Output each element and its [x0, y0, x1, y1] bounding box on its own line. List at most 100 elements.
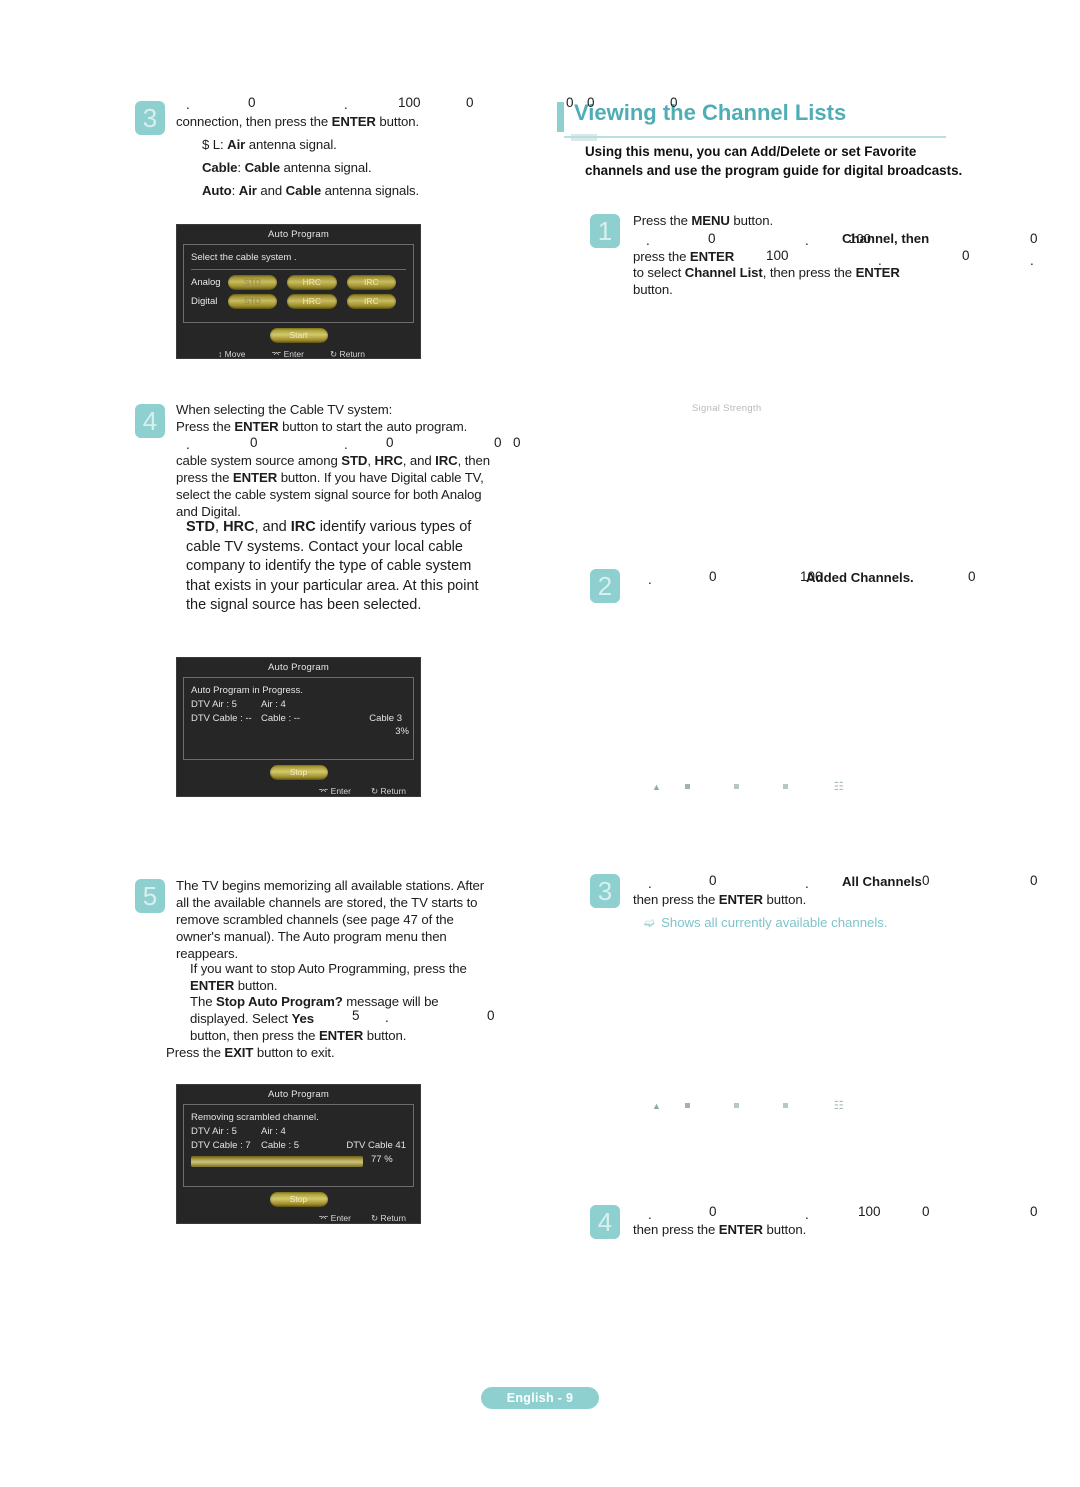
section-heading: Viewing the Channel Lists: [557, 100, 957, 142]
osd1-start-button[interactable]: Start: [269, 328, 328, 343]
osd3-progress-row: 77 %: [191, 1153, 406, 1167]
step3-line1-tail: button.: [375, 114, 420, 129]
osd2-title: Auto Program: [267, 662, 329, 673]
enter-key-icon: ⌤: [271, 349, 282, 359]
osd1-title: Auto Program: [267, 229, 329, 240]
stray-zero-r2b: 0: [709, 569, 717, 584]
stray-dot-r2a: .: [648, 572, 652, 587]
square-icon-3: [782, 784, 788, 789]
osd3-status: Removing scrambled channel.: [191, 1112, 319, 1123]
stray-hundred-r1e: 100: [766, 248, 789, 263]
osd1-analog-hrc[interactable]: HRC: [287, 275, 337, 290]
osd1-prompt: Select the cable system .: [191, 252, 297, 263]
square-icon-1: [684, 1103, 690, 1108]
osd1-foot-return: ↻ Return: [330, 349, 365, 360]
stray-hundred-r4d: 100: [858, 1204, 881, 1219]
osd2-body: Auto Program in Progress. DTV Air : 5 Ai…: [183, 677, 414, 760]
osd-auto-program-removing: Auto Program Removing scrambled channel.…: [176, 1084, 421, 1224]
stray-hundred-overlap: 100: [849, 231, 872, 246]
osd1-analog-irc[interactable]: IRC: [346, 275, 396, 290]
osd2-stop-button[interactable]: Stop: [269, 765, 328, 780]
ghost-icon-strip-2: ▲ ☷: [652, 1099, 844, 1112]
heading-underline: [564, 136, 946, 138]
updown-arrow-icon: ↕: [218, 349, 223, 359]
osd2-dtv-cable: DTV Cable : --: [191, 713, 252, 724]
osd1-foot-return-label: Return: [339, 349, 365, 359]
osd1-digital-std[interactable]: STD: [227, 294, 278, 309]
osd3-foot-enter-label: Enter: [330, 1213, 351, 1223]
r-step1-line1: Press the MENU button.: [633, 213, 774, 228]
square-icon-2: [733, 1103, 739, 1108]
osd3-progress-bar: [191, 1156, 363, 1167]
osd1-digital-irc[interactable]: IRC: [346, 294, 396, 309]
stray-hundred-l3d: 100: [398, 95, 421, 110]
stray-dot-l3a: .: [186, 97, 190, 112]
osd2-dtv-air: DTV Air : 5: [191, 699, 237, 710]
enter-key-icon: ⌤: [318, 786, 329, 796]
osd2-status: Auto Program in Progress.: [191, 685, 303, 696]
osd3-foot-return-label: Return: [380, 1213, 406, 1223]
stray-zero-r4e: 0: [922, 1204, 930, 1219]
osd2-foot-enter: ⌤ Enter: [318, 786, 351, 797]
stray-dot-r3a: .: [648, 876, 652, 891]
osd3-body: Removing scrambled channel. DTV Air : 5 …: [183, 1104, 414, 1187]
r-step4-line2: then press the ENTER button.: [633, 1222, 807, 1237]
osd3-stop-wrap: Stop: [177, 1187, 420, 1209]
stray-zero-r0c: 0: [670, 95, 678, 110]
ghost-icon-strip-1: ▲ ☷: [652, 780, 844, 793]
step5-sub2a: The Stop Auto Program? message will be: [190, 994, 439, 1009]
stray-zero-l3e: 0: [466, 95, 474, 110]
osd2-cable: Cable : --: [261, 713, 301, 724]
antenna-icon: ▲: [652, 781, 661, 792]
osd2-stats-row1: DTV Air : 5 Air : 4: [191, 698, 406, 712]
osd3-stats-row2: DTV Cable : 7 Cable : 5 DTV Cable 41: [191, 1139, 406, 1153]
screen-icon: ☷: [833, 1100, 844, 1112]
stray-zero-r4f: 0: [1030, 1204, 1038, 1219]
bullet-air-prefix: $ L:: [202, 137, 228, 152]
osd2-current-channel: Cable 3: [369, 713, 402, 724]
stray-zero-r3d: 0: [922, 873, 930, 888]
stray-zero-r2d: 0: [968, 569, 976, 584]
stray-dot-l4c: .: [344, 437, 348, 452]
stray-zero-r1b: 0: [708, 231, 716, 246]
step-badge-4: 4: [135, 404, 165, 438]
step4-line2: Press the ENTER button to start the auto…: [176, 419, 468, 434]
osd2-stats-row2: DTV Cable : -- Cable : -- Cable 3: [191, 712, 406, 726]
stray-zero-l5: 0: [487, 1008, 495, 1023]
osd1-divider: [191, 269, 406, 270]
osd2-stop-wrap: Stop: [177, 760, 420, 782]
step4-line1: When selecting the Cable TV system:: [176, 402, 393, 417]
osd2-air: Air : 4: [261, 699, 286, 710]
osd2-percent: 3%: [395, 726, 409, 737]
osd3-stop-button[interactable]: Stop: [269, 1192, 328, 1207]
step3-bullet-cable: Cable: Cable antenna signal.: [202, 160, 372, 175]
osd1-body: Select the cable system . Analog STD HRC…: [183, 244, 414, 323]
osd1-foot-move: ↕ Move: [218, 349, 245, 360]
r-step3-line2: then press the ENTER button.: [633, 892, 807, 907]
step3-bullet-auto: Auto: Air and Cable antenna signals.: [202, 183, 420, 198]
heading-accent-bar: [557, 102, 564, 132]
r-step3-emphasis: All Channels: [842, 874, 922, 889]
osd3-foot-return: ↻ Return: [371, 1213, 406, 1224]
stray-dot-l5: .: [385, 1010, 389, 1025]
step-badge-r4: 4: [590, 1205, 620, 1239]
r-step1-line3: to select Channel List, then press the E…: [633, 265, 900, 280]
osd3-air: Air : 4: [261, 1126, 286, 1137]
stray-zero-r1d: 0: [1030, 231, 1038, 246]
osd1-analog-std[interactable]: STD: [227, 275, 278, 290]
osd1-foot-enter-label: Enter: [283, 349, 304, 359]
antenna-icon: ▲: [652, 1100, 661, 1111]
r-step3-note: ➫ Shows all currently available channels.: [644, 914, 974, 931]
stray-dot-r1h: .: [1030, 253, 1034, 268]
return-arrow-icon: ↻: [329, 349, 338, 359]
osd1-label-analog: Analog: [191, 277, 221, 288]
step3-bullet-air: $ L: Air antenna signal.: [202, 137, 337, 152]
step4-sub: STD, HRC, and IRC identify various types…: [186, 519, 479, 613]
osd1-foot-move-label: Move: [224, 349, 246, 359]
osd1-digital-hrc[interactable]: HRC: [287, 294, 337, 309]
osd2-foot-return: ↻ Return: [371, 786, 406, 797]
stray-dot-r1a: .: [646, 233, 650, 248]
osd2-footer: ⌤ Enter ↻ Return: [177, 782, 420, 802]
stray-zero-l3b: 0: [248, 95, 256, 110]
step-badge-3: 3: [135, 101, 165, 135]
